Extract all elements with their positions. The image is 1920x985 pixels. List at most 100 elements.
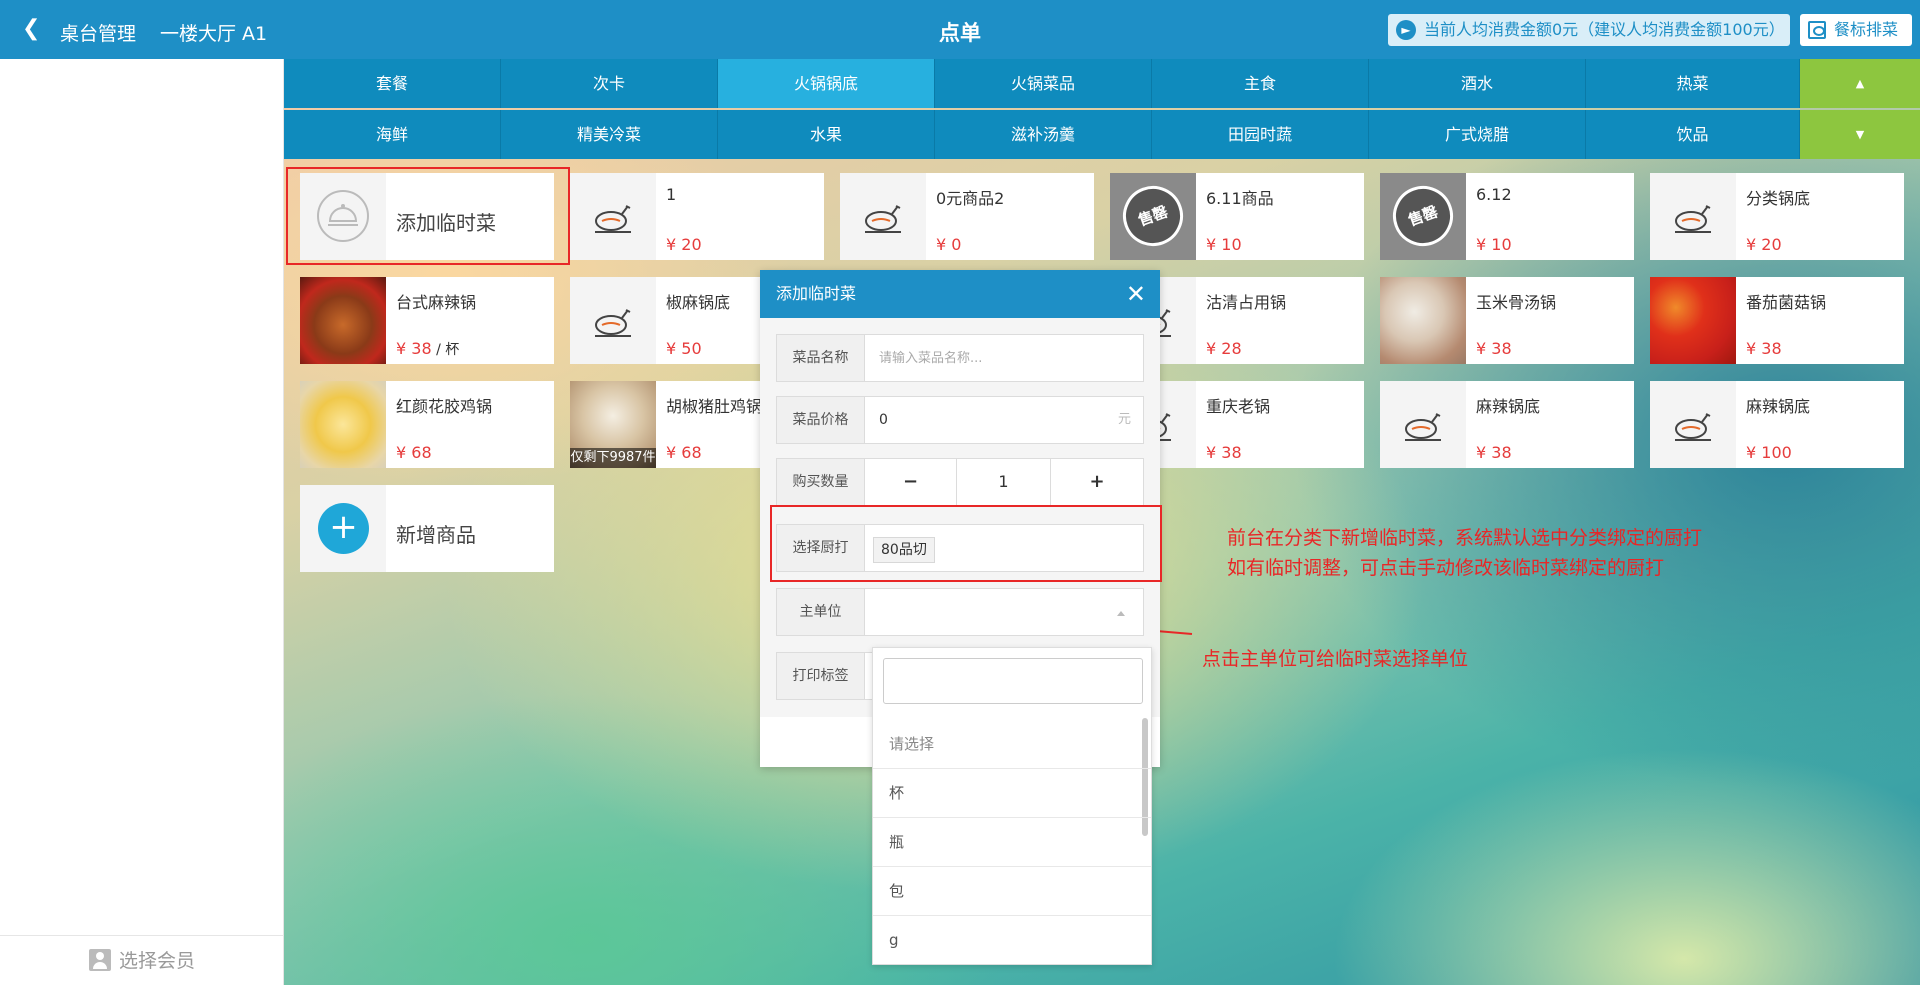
tab-fruit[interactable]: 水果 [718, 110, 935, 159]
quantity-minus-button[interactable]: − [865, 459, 957, 505]
unit-option[interactable]: 瓶 [873, 818, 1151, 867]
quantity-value[interactable]: 1 [957, 459, 1051, 505]
quantity-stepper: − 1 + [865, 459, 1143, 505]
dish-name-row: 菜品名称 [776, 334, 1144, 382]
unit-dropdown: 请选择 杯 瓶 包 g [872, 647, 1152, 965]
product-price: ¥ 38 [1746, 339, 1782, 358]
product-name: 红颜花胶鸡锅 [396, 397, 493, 416]
thumb [570, 277, 656, 364]
quantity-plus-button[interactable]: + [1051, 459, 1143, 505]
product-photo: 仅剩下9987件 [570, 381, 656, 468]
soldout-stamp: 售罄 [1384, 177, 1462, 255]
add-product-card[interactable]: + 新增商品 [300, 485, 554, 572]
product-card[interactable]: 麻辣锅底 ¥ 100 [1650, 381, 1904, 468]
product-price: ¥ 0 [936, 235, 962, 254]
quantity-label: 购买数量 [777, 459, 865, 505]
product-photo [1650, 277, 1736, 364]
unit-option[interactable]: g [873, 916, 1151, 964]
product-card[interactable]: 麻辣锅底 ¥ 38 [1380, 381, 1634, 468]
tab-staple[interactable]: 主食 [1152, 59, 1369, 108]
product-name: 台式麻辣锅 [396, 293, 477, 312]
main-unit-row[interactable]: 主单位 [776, 588, 1144, 636]
product-name: 沽清占用锅 [1206, 293, 1287, 312]
tab-hotpot-base[interactable]: 火锅锅底 [718, 59, 935, 108]
product-name: 1 [666, 185, 677, 204]
product-card[interactable]: 售罄 6.12 ¥ 10 [1380, 173, 1634, 260]
unit-option-placeholder[interactable]: 请选择 [873, 720, 1151, 769]
product-price: ¥ 50 [666, 339, 702, 358]
back-label[interactable]: 桌台管理 [60, 19, 136, 46]
tab-beverages[interactable]: 饮品 [1586, 110, 1800, 159]
back-chevron-icon[interactable]: ❮ [22, 16, 48, 42]
product-card[interactable]: 分类锅底 ¥ 20 [1650, 173, 1904, 260]
product-card[interactable]: 玉米骨汤锅 ¥ 38 [1380, 277, 1634, 364]
roast-chicken-icon [1675, 413, 1711, 441]
tab-hot-dishes[interactable]: 热菜 [1586, 59, 1800, 108]
product-price: ¥ 38 [1206, 443, 1242, 462]
tab-drinks-alcohol[interactable]: 酒水 [1369, 59, 1586, 108]
product-card[interactable]: 番茄菌菇锅 ¥ 38 [1650, 277, 1904, 364]
dish-price-row: 菜品价格 元 [776, 396, 1144, 444]
product-name: 玉米骨汤锅 [1476, 293, 1557, 312]
dish-price-label: 菜品价格 [777, 397, 865, 443]
product-card[interactable]: 售罄 6.11商品 ¥ 10 [1110, 173, 1364, 260]
dish-price-input[interactable] [865, 397, 1105, 443]
product-price: ¥ 68 [396, 443, 432, 462]
annotation-highlight-printer [770, 505, 1162, 582]
tab-set-meal[interactable]: 套餐 [284, 59, 501, 108]
product-name: 番茄菌菇锅 [1746, 293, 1827, 312]
roast-chicken-icon [595, 309, 631, 337]
select-member-label: 选择会员 [118, 950, 195, 972]
product-name: 椒麻锅底 [666, 293, 731, 312]
scroll-up-button[interactable]: ▲ [1800, 59, 1920, 108]
tab-times-card[interactable]: 次卡 [501, 59, 718, 108]
standard-icon [1808, 21, 1826, 39]
unit-option[interactable]: 包 [873, 867, 1151, 916]
main-unit-select[interactable] [865, 589, 1143, 635]
product-card[interactable]: 台式麻辣锅 ¥ 38 / 杯 [300, 277, 554, 364]
meal-standard-label: 餐标排菜 [1834, 20, 1899, 39]
price-value: ¥ 38 [396, 339, 432, 358]
tab-vegetables[interactable]: 田园时蔬 [1152, 110, 1369, 159]
price-unit: / 杯 [431, 342, 460, 358]
product-card[interactable]: 1 ¥ 20 [570, 173, 824, 260]
roast-chicken-icon [1405, 413, 1441, 441]
thumb: + [300, 485, 386, 572]
tab-seafood[interactable]: 海鲜 [284, 110, 501, 159]
product-price: ¥ 38 / 杯 [396, 339, 459, 359]
dish-name-input[interactable] [865, 335, 1105, 381]
quantity-row: 购买数量 − 1 + [776, 458, 1144, 506]
product-price: ¥ 20 [666, 235, 702, 254]
product-name: 麻辣锅底 [1746, 397, 1811, 416]
soldout-thumb: 售罄 [1110, 173, 1196, 260]
product-price: ¥ 38 [1476, 443, 1512, 462]
select-member-button[interactable]: 选择会员 [0, 935, 284, 985]
user-icon [88, 949, 111, 971]
product-price: ¥ 10 [1476, 235, 1512, 254]
roast-chicken-icon [595, 205, 631, 233]
roast-chicken-icon [865, 205, 901, 233]
tab-roast-meat[interactable]: 广式烧腊 [1369, 110, 1586, 159]
product-card[interactable]: 红颜花胶鸡锅 ¥ 68 [300, 381, 554, 468]
product-name: 胡椒猪肚鸡锅 [666, 397, 763, 416]
caret-up-icon [1117, 611, 1125, 616]
order-sidebar: 选择会员 [0, 59, 284, 985]
product-photo [1380, 277, 1466, 364]
unit-search-field[interactable] [883, 658, 1143, 704]
meal-standard-button[interactable]: 餐标排菜 [1800, 14, 1912, 46]
product-card[interactable]: 0元商品2 ¥ 0 [840, 173, 1094, 260]
unit-search-input[interactable] [884, 659, 1142, 703]
tab-soup[interactable]: 滋补汤羹 [935, 110, 1152, 159]
dish-price-value: 元 [865, 397, 1143, 443]
thumb [1380, 381, 1466, 468]
price-suffix: 元 [1117, 412, 1131, 427]
scroll-down-button[interactable]: ▼ [1800, 110, 1920, 159]
unit-option[interactable]: 杯 [873, 769, 1151, 818]
tab-cold-dishes[interactable]: 精美冷菜 [501, 110, 718, 159]
main-unit-label: 主单位 [777, 589, 865, 635]
close-icon[interactable]: ✕ [1126, 270, 1146, 318]
tab-hotpot-dishes[interactable]: 火锅菜品 [935, 59, 1152, 108]
product-name: 分类锅底 [1746, 189, 1811, 208]
dish-name-label: 菜品名称 [777, 335, 865, 381]
thumb [840, 173, 926, 260]
